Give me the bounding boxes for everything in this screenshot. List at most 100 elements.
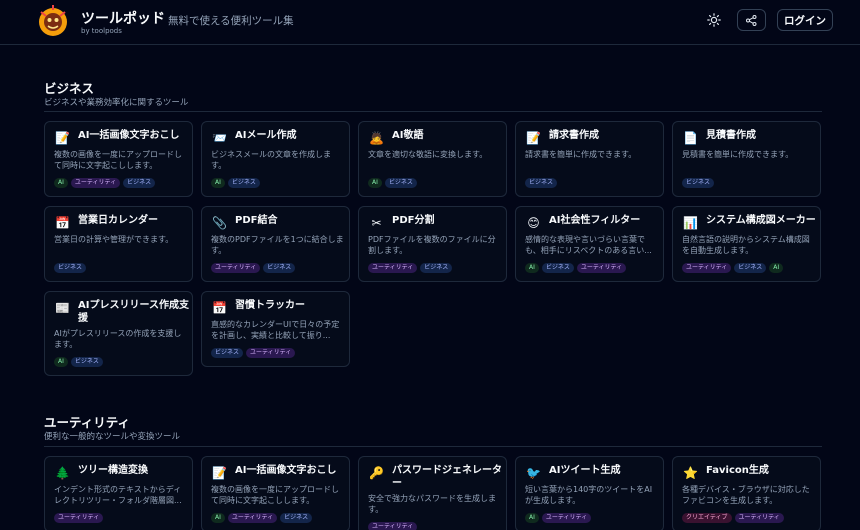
- tool-card-title: システム構成図メーカー: [706, 215, 816, 226]
- tag-badge[interactable]: クリエイティブ: [682, 513, 732, 523]
- tool-card[interactable]: 📝 請求書作成 請求書を簡単に作成できます。 ビジネス: [515, 121, 664, 197]
- section-title: ビジネス: [44, 81, 95, 96]
- tag-badge[interactable]: ユーティリティ: [246, 348, 296, 358]
- tag-badge[interactable]: ユーティリティ: [541, 513, 592, 523]
- tag-badge[interactable]: ビジネス: [525, 178, 558, 188]
- tool-card-description: 複数のPDFファイルを1つに結合します。: [211, 235, 344, 255]
- tool-card-title: AIツイート生成: [549, 465, 621, 476]
- tool-card[interactable]: 📄 見積書作成 見積書を簡単に作成できます。 ビジネス: [672, 121, 821, 197]
- tool-card-title: Favicon生成: [706, 465, 769, 476]
- tag-badge[interactable]: AI: [368, 178, 382, 188]
- tag-badge[interactable]: ビジネス: [682, 178, 715, 188]
- section-description: 便利な一般的なツールや変換ツール: [44, 432, 181, 442]
- tool-card-description: 直感的なカレンダーUIで日々の予定を計画し、実績と比較して振り...: [211, 320, 340, 340]
- tag-badge[interactable]: AI: [769, 263, 784, 273]
- tag-list: ビジネス ユーティリティ: [211, 348, 296, 358]
- tag-badge[interactable]: ビジネス: [227, 178, 260, 188]
- tag-badge[interactable]: ビジネス: [541, 263, 574, 273]
- tag-badge[interactable]: AI: [525, 513, 539, 523]
- tool-card-description: PDFファイルを複数のファイルに分割します。: [368, 235, 496, 255]
- tag-badge[interactable]: ビジネス: [734, 263, 767, 273]
- tag-badge[interactable]: ビジネス: [384, 178, 417, 188]
- tag-badge[interactable]: ビジネス: [123, 178, 156, 188]
- tag-badge[interactable]: ユーティリティ: [211, 263, 261, 273]
- logo[interactable]: [36, 4, 70, 38]
- bird-icon: 🐦: [526, 466, 541, 480]
- smiley-icon: 😊: [527, 216, 540, 230]
- tree-icon: 🌲: [55, 466, 70, 480]
- tool-card[interactable]: 📝 AI一括画像文字おこし複数の画像を一度にアップロードして同時に文字起こしします…: [201, 456, 350, 530]
- tag-badge[interactable]: ユーティリティ: [682, 263, 732, 273]
- tag-badge[interactable]: ユーティリティ: [368, 522, 418, 530]
- tool-card[interactable]: 😊 AI社会性フィルター感情的な表現や言いづらい言葉でも、相手にリスペクトのある言…: [515, 206, 664, 282]
- tool-card[interactable]: 🐦 AIツイート生成短い言葉から140字のツイートをAIが生成します。 AI ユーティ…: [515, 456, 664, 530]
- tool-card-description: ビジネスメールの文章を作成します。: [211, 150, 331, 170]
- tool-card[interactable]: 🔑 パスワードジェネレーター 安全で強力なパスワードを生成します。 ユーティリティ: [358, 456, 507, 530]
- tool-card-title: AI一括画像文字おこし: [235, 465, 337, 476]
- tool-card-title: AIプレスリリース作成支援: [78, 300, 189, 324]
- tag-badge[interactable]: ビジネス: [211, 348, 244, 358]
- tool-card[interactable]: 🌲 ツリー構造変換 インデント形式のテキストからディレクトリツリー・フォルダ階層図.…: [44, 456, 193, 530]
- tag-badge[interactable]: ユーティリティ: [576, 263, 627, 273]
- tag-list: ユーティリティ ビジネス: [211, 263, 296, 273]
- tag-list: ビジネス: [54, 263, 87, 273]
- tag-badge[interactable]: ビジネス: [420, 263, 453, 273]
- key-icon: 🔑: [369, 466, 384, 480]
- tool-card[interactable]: ✂ PDF分割 PDFファイルを複数のファイルに分割します。ユーティリティ ビジネス: [358, 206, 507, 282]
- memo-icon: 📝: [212, 466, 227, 480]
- scissors-icon: ✂: [371, 216, 382, 230]
- tag-badge[interactable]: AI: [54, 357, 68, 367]
- tool-card[interactable]: 📨 AIメール作成 ビジネスメールの文章を作成します。 AI ビジネス: [201, 121, 350, 197]
- tag-list: ビジネス: [525, 178, 558, 188]
- tool-card-description: 文章を適切な敬語に変換します。: [368, 150, 488, 159]
- brand-name[interactable]: ツールポッド: [81, 8, 165, 28]
- tool-card[interactable]: 📅 習慣トラッカー 直感的なカレンダーUIで日々の予定を計画し、実績と比較して振り.…: [201, 291, 350, 367]
- share-button[interactable]: [737, 9, 766, 31]
- tag-badge[interactable]: ビジネス: [263, 263, 296, 273]
- tag-badge[interactable]: ビジネス: [54, 263, 87, 273]
- tag-badge[interactable]: ユーティリティ: [368, 263, 418, 273]
- tool-card-description: インデント形式のテキストからディレクトリツリー・フォルダ階層図...: [54, 485, 182, 505]
- section-title: ユーティリティ: [44, 415, 131, 430]
- tag-badge[interactable]: ユーティリティ: [70, 178, 121, 188]
- section-description: ビジネスや業務効率化に関するツール: [44, 98, 189, 108]
- calendar-icon: 📅: [55, 216, 70, 230]
- tool-card-title: PDF分割: [392, 215, 435, 226]
- tool-card[interactable]: ⭐ Favicon生成 各種デバイス・ブラウザに対応したファビコンを生成します。 クリ…: [672, 456, 821, 530]
- tag-list: クリエイティブ ユーティリティ: [682, 513, 784, 523]
- tag-list: ビジネス: [682, 178, 715, 188]
- paperclip-icon: 📎: [212, 216, 227, 230]
- tag-badge[interactable]: AI: [211, 513, 225, 523]
- tag-badge[interactable]: ビジネス: [280, 513, 313, 523]
- tool-card[interactable]: 📝 AI一括画像文字おこし 複数の画像を一度にアップロードして同時に文字起こしします…: [44, 121, 193, 197]
- tag-list: ユーティリティ ビジネス: [368, 263, 453, 273]
- sun-icon: [707, 13, 721, 27]
- tool-card[interactable]: 📊 システム構成図メーカー 自然言語の説明からシステム構成図を自動生成します。 ユーテ…: [672, 206, 821, 282]
- theme-toggle-button[interactable]: [700, 9, 728, 31]
- tool-card-description: 複数の画像を一度にアップロードして同時に文字起こしします。: [211, 485, 339, 505]
- newspaper-icon: 📰: [55, 301, 70, 315]
- tag-badge[interactable]: AI: [54, 178, 68, 188]
- tool-card-title: PDF結合: [235, 215, 278, 226]
- tool-card-description: 短い言葉から140字のツイートをAIが生成します。: [525, 485, 653, 505]
- tag-badge[interactable]: ユーティリティ: [227, 513, 278, 523]
- tool-card-description: 安全で強力なパスワードを生成します。: [368, 494, 496, 514]
- tool-card-description: 感情的な表現や言いづらい言葉でも、相手にリスペクトのある言い...: [525, 235, 652, 255]
- tool-card-title: AI社会性フィルター: [549, 215, 641, 226]
- tag-badge[interactable]: AI: [525, 263, 539, 273]
- section-divider: [44, 446, 822, 447]
- site-tagline: 無料で使える便利ツール集: [168, 15, 294, 27]
- tool-card-title: 営業日カレンダー: [78, 215, 158, 226]
- tag-badge[interactable]: ユーティリティ: [54, 513, 104, 523]
- tool-card[interactable]: 📰 AIプレスリリース作成支援 AIがプレスリリースの作成を支援します。 AI ビジネス: [44, 291, 193, 376]
- star-icon: ⭐: [683, 466, 698, 480]
- envelope-icon: 📨: [212, 131, 227, 145]
- tag-badge[interactable]: AI: [211, 178, 225, 188]
- tag-badge[interactable]: ビジネス: [70, 357, 103, 367]
- tool-card[interactable]: 📎 PDF結合複数のPDFファイルを1つに結合します。ユーティリティ ビジネス: [201, 206, 350, 282]
- login-button[interactable]: ログイン: [777, 9, 833, 31]
- tag-badge[interactable]: ユーティリティ: [734, 513, 784, 523]
- tool-card-title: 習慣トラッカー: [235, 300, 305, 311]
- tool-card[interactable]: 🙇 AI敬語 文章を適切な敬語に変換します。 AI ビジネス: [358, 121, 507, 197]
- tool-card[interactable]: 📅 営業日カレンダー 営業日の計算や管理ができます。 ビジネス: [44, 206, 193, 282]
